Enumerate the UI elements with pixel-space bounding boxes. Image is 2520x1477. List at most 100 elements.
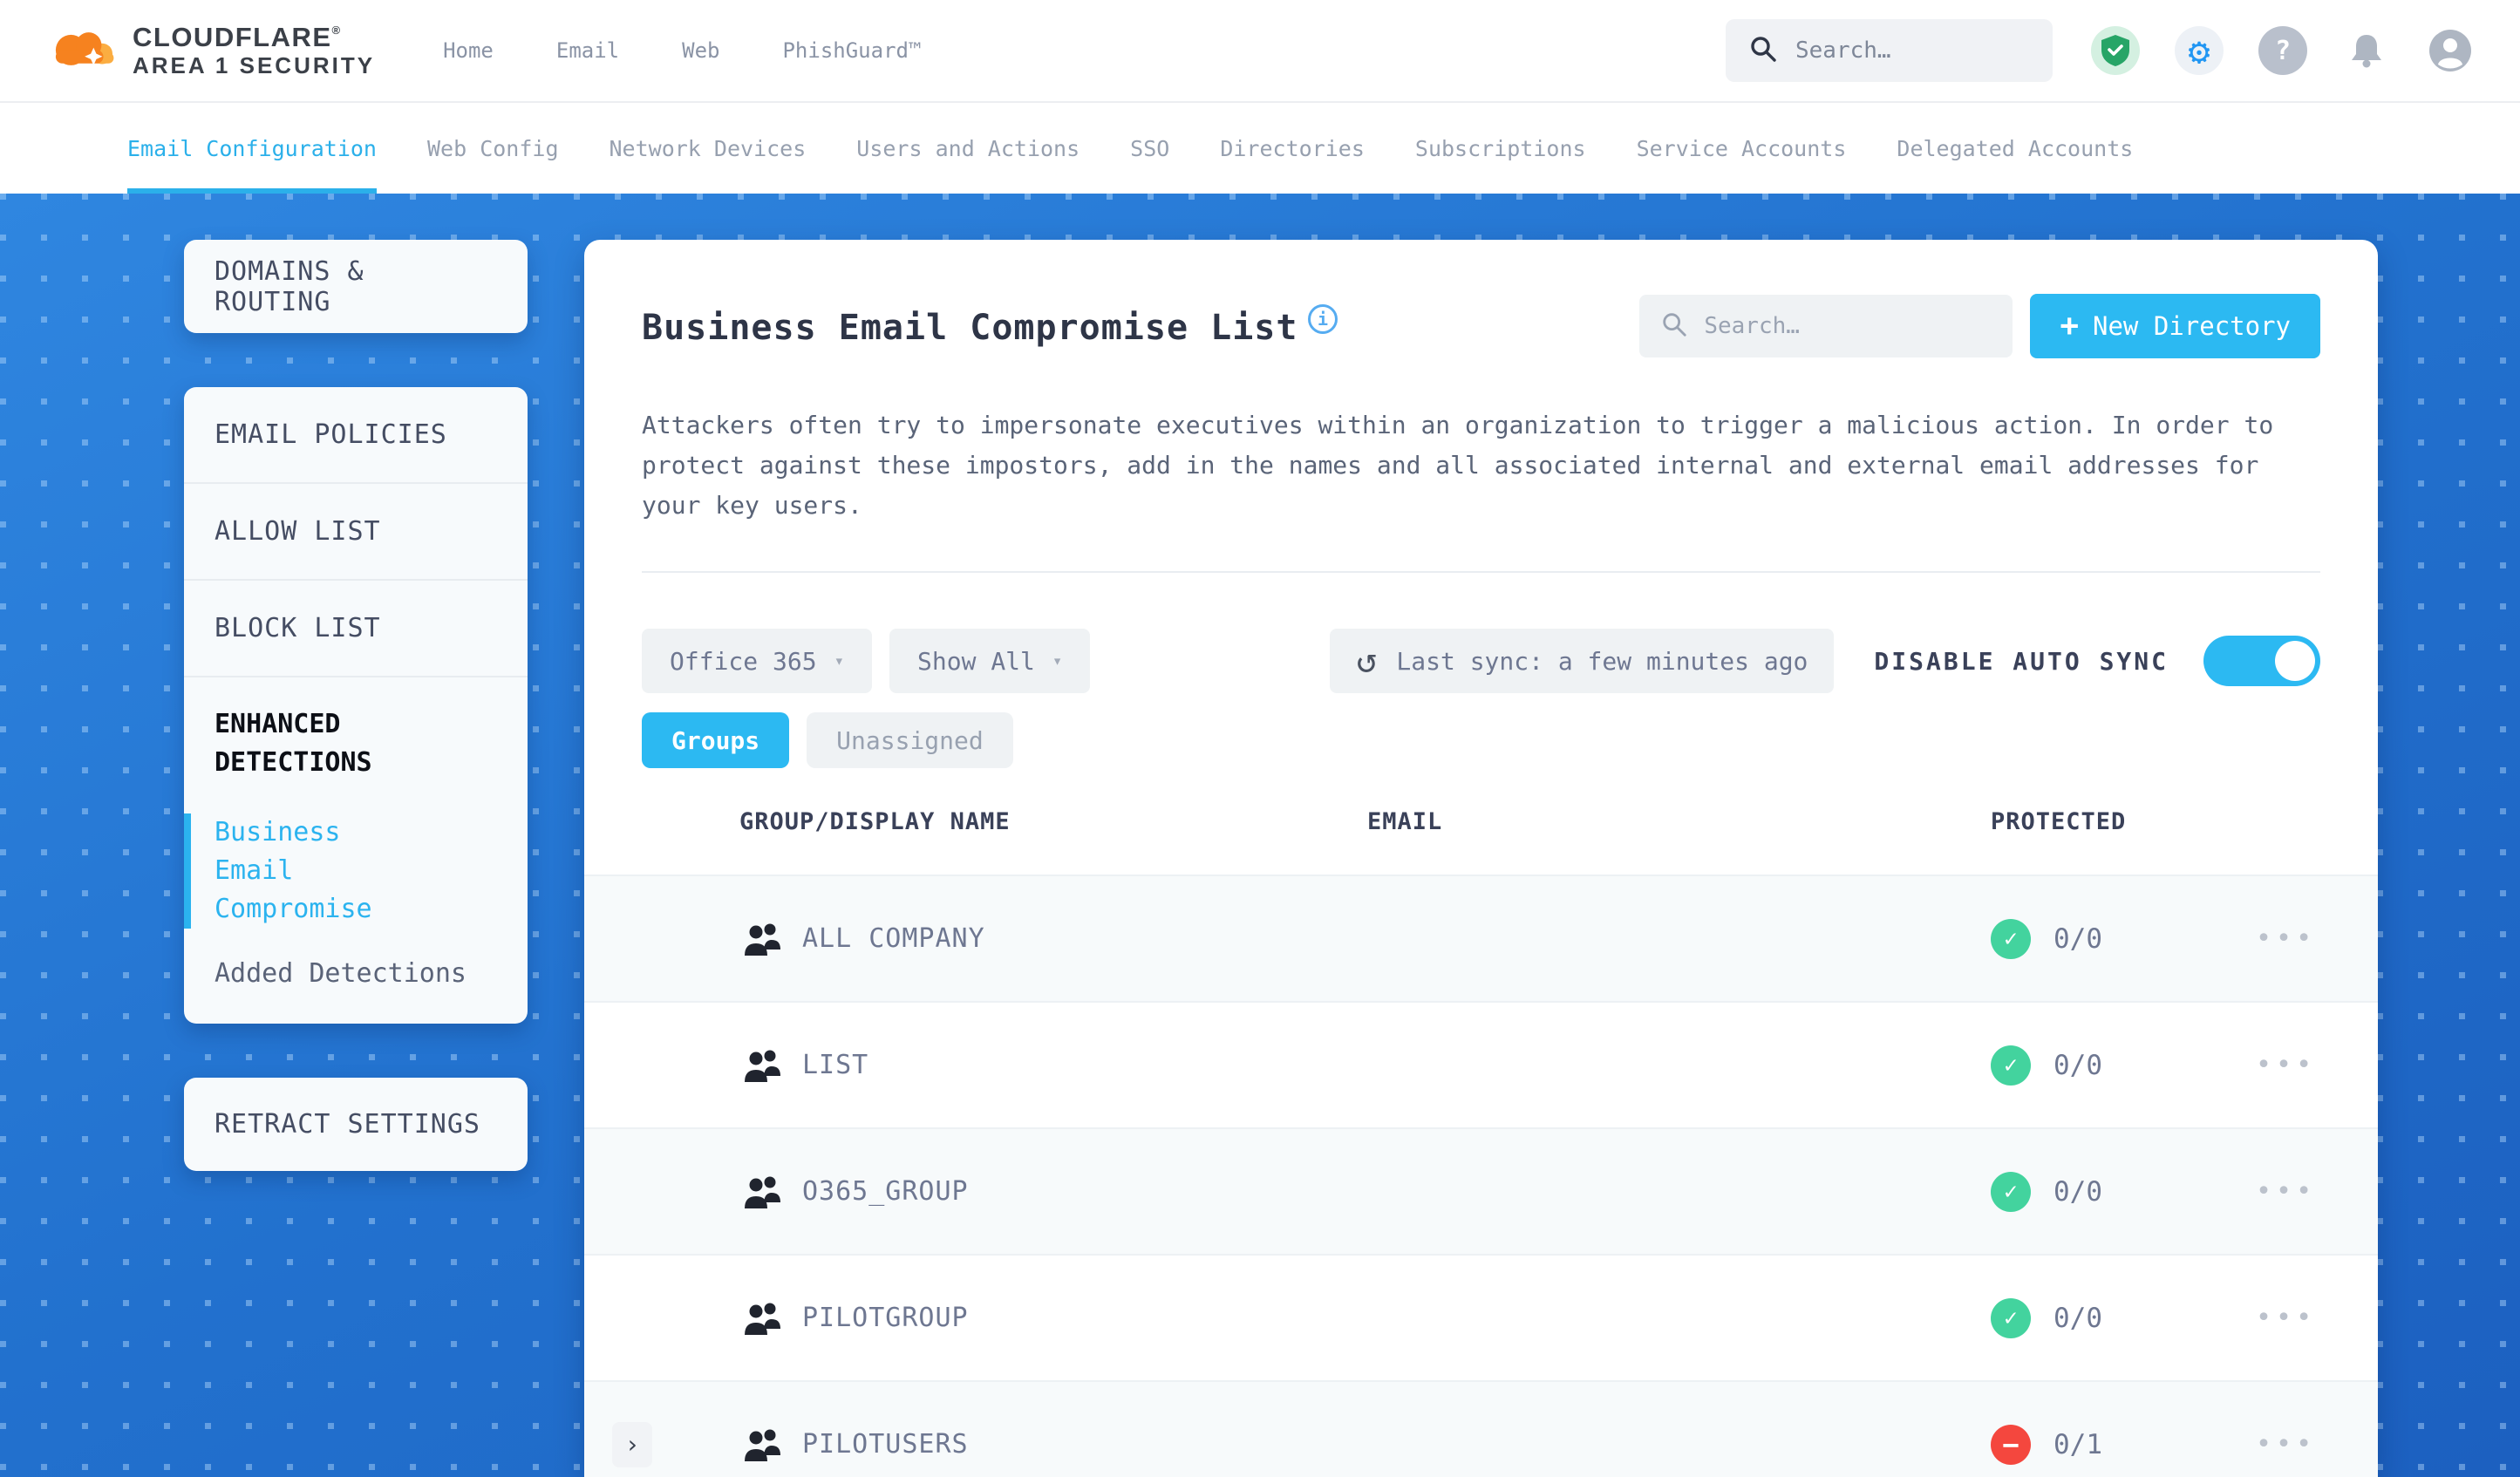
group-icon [698, 1174, 802, 1210]
tab-subscriptions[interactable]: Subscriptions [1415, 103, 1586, 194]
sidebar-item-business-email-compromise[interactable]: Business Email Compromise [184, 813, 428, 929]
last-sync-label: Last sync: a few minutes ago [1396, 646, 1808, 676]
search-icon [1748, 34, 1778, 67]
protected-count: 0/0 [2053, 1302, 2102, 1334]
sidebar-item-enhanced-detections[interactable]: ENHANCED DETECTIONS [215, 705, 476, 782]
auto-sync-label: DISABLE AUTO SYNC [1874, 646, 2169, 676]
global-search-input[interactable] [1795, 37, 2030, 64]
group-name: PILOTGROUP [802, 1303, 969, 1333]
table-row[interactable]: PILOTGROUP ✓ 0/0 ••• [584, 1254, 2378, 1380]
nav-web[interactable]: Web [682, 38, 719, 63]
table-row[interactable]: LIST ✓ 0/0 ••• [584, 1001, 2378, 1127]
page-title: Business Email Compromise List i [642, 304, 1338, 348]
row-menu-icon[interactable]: ••• [2256, 1050, 2378, 1080]
auto-sync-toggle[interactable] [2203, 636, 2320, 686]
primary-nav: Home Email Web PhishGuard™ [443, 38, 921, 63]
protected-cell: ✓ 0/0 [1991, 1045, 2256, 1086]
tab-users-and-actions[interactable]: Users and Actions [856, 103, 1080, 194]
unprotected-minus-icon: − [1991, 1424, 2031, 1465]
new-directory-button[interactable]: + New Directory [2030, 294, 2320, 358]
plus-icon: + [2060, 308, 2080, 344]
expand-row-button[interactable]: › [612, 1421, 652, 1467]
sidebar-item-domains-routing[interactable]: DOMAINS & ROUTING [184, 240, 528, 333]
cloudflare-logo[interactable]: CLOUDFLARE® AREA 1 SECURITY [45, 22, 376, 78]
sidebar-group-enhanced-detections: ENHANCED DETECTIONS Business Email Compr… [184, 677, 528, 1024]
section-tabs: Email Configuration Web Config Network D… [0, 103, 2520, 194]
group-name: PILOTUSERS [802, 1429, 969, 1460]
view-tabs: Groups Unassigned [642, 712, 2320, 768]
tab-directories[interactable]: Directories [1220, 103, 1365, 194]
gear-icon[interactable]: ⚙ [2175, 26, 2224, 75]
list-search-input[interactable] [1704, 313, 1992, 339]
directory-select[interactable]: Office 365 ▾ [642, 629, 873, 693]
filter-bar: Office 365 ▾ Show All ▾ ↺ Last sync: a f… [642, 629, 2320, 693]
group-name: LIST [802, 1050, 869, 1080]
sidebar: DOMAINS & ROUTING EMAIL POLICIES ALLOW L… [184, 240, 528, 1171]
protected-cell: ✓ 0/0 [1991, 918, 2256, 959]
table-row[interactable]: › PILOTUSERS − 0/1 ••• [584, 1380, 2378, 1477]
sidebar-policies-card: EMAIL POLICIES ALLOW LIST BLOCK LIST ENH… [184, 387, 528, 1024]
row-menu-icon[interactable]: ••• [2256, 1429, 2378, 1460]
tab-sso[interactable]: SSO [1130, 103, 1169, 194]
group-icon [698, 1047, 802, 1084]
protected-check-icon: ✓ [1991, 1171, 2031, 1212]
tab-web-config[interactable]: Web Config [427, 103, 559, 194]
header-icon-row: ⚙ ? [2091, 26, 2475, 75]
tab-delegated-accounts[interactable]: Delegated Accounts [1897, 103, 2133, 194]
sidebar-item-email-policies[interactable]: EMAIL POLICIES [184, 387, 528, 484]
search-icon [1660, 310, 1688, 342]
group-icon [698, 1426, 802, 1463]
tab-groups[interactable]: Groups [642, 712, 790, 768]
protected-check-icon: ✓ [1991, 1297, 2031, 1338]
cloudflare-cloud-icon [45, 23, 119, 78]
protected-check-icon: ✓ [1991, 1045, 2031, 1086]
show-filter-select[interactable]: Show All ▾ [889, 629, 1091, 693]
sidebar-item-added-detections[interactable]: Added Detections [215, 958, 510, 989]
brand-subtitle: AREA 1 SECURITY [133, 51, 376, 78]
protected-count: 0/0 [2053, 1049, 2102, 1081]
table-row[interactable]: O365_GROUP ✓ 0/0 ••• [584, 1127, 2378, 1254]
tab-email-configuration[interactable]: Email Configuration [127, 103, 377, 194]
protected-cell: − 0/1 [1991, 1424, 2256, 1465]
tab-network-devices[interactable]: Network Devices [610, 103, 807, 194]
protected-cell: ✓ 0/0 [1991, 1297, 2256, 1338]
tab-unassigned[interactable]: Unassigned [807, 712, 1013, 768]
divider [642, 571, 2320, 573]
protected-count: 0/0 [2053, 922, 2102, 955]
list-search[interactable] [1639, 295, 2013, 357]
column-group-display-name: GROUP/DISPLAY NAME [739, 807, 1011, 835]
nav-phishguard[interactable]: PhishGuard™ [782, 38, 921, 63]
tab-service-accounts[interactable]: Service Accounts [1637, 103, 1847, 194]
sidebar-item-block-list[interactable]: BLOCK LIST [184, 581, 528, 677]
global-search[interactable] [1726, 19, 2053, 82]
page-background: DOMAINS & ROUTING EMAIL POLICIES ALLOW L… [0, 194, 2520, 1477]
bell-icon[interactable] [2342, 26, 2391, 75]
registered-mark: ® [331, 24, 342, 37]
group-name: ALL COMPANY [802, 923, 985, 954]
chevron-down-icon: ▾ [834, 651, 845, 670]
sidebar-item-allow-list[interactable]: ALLOW LIST [184, 484, 528, 581]
top-header: CLOUDFLARE® AREA 1 SECURITY Home Email W… [0, 0, 2520, 103]
shield-check-icon[interactable] [2091, 26, 2140, 75]
protected-count: 0/1 [2053, 1428, 2102, 1460]
protected-cell: ✓ 0/0 [1991, 1171, 2256, 1212]
toggle-knob [2275, 641, 2315, 681]
page-description: Attackers often try to impersonate execu… [642, 411, 2274, 520]
group-icon [698, 1300, 802, 1337]
row-menu-icon[interactable]: ••• [2256, 923, 2378, 954]
row-menu-icon[interactable]: ••• [2256, 1303, 2378, 1333]
sidebar-item-retract-settings[interactable]: RETRACT SETTINGS [184, 1078, 528, 1171]
info-icon[interactable]: i [1308, 304, 1338, 334]
groups-table: GROUP/DISPLAY NAME EMAIL PROTECTED ALL C… [584, 768, 2378, 1477]
row-menu-icon[interactable]: ••• [2256, 1176, 2378, 1207]
table-header-row: GROUP/DISPLAY NAME EMAIL PROTECTED [584, 768, 2378, 875]
table-row[interactable]: ALL COMPANY ✓ 0/0 ••• [584, 875, 2378, 1001]
brand-name: CLOUDFLARE® [133, 22, 342, 53]
nav-email[interactable]: Email [556, 38, 619, 63]
nav-home[interactable]: Home [443, 38, 494, 63]
last-sync-button[interactable]: ↺ Last sync: a few minutes ago [1330, 629, 1835, 693]
column-protected: PROTECTED [1991, 807, 2127, 835]
panel-header: Business Email Compromise Listi + New Di… [642, 294, 2320, 358]
help-icon[interactable]: ? [2258, 26, 2307, 75]
user-avatar-icon[interactable] [2426, 26, 2475, 75]
